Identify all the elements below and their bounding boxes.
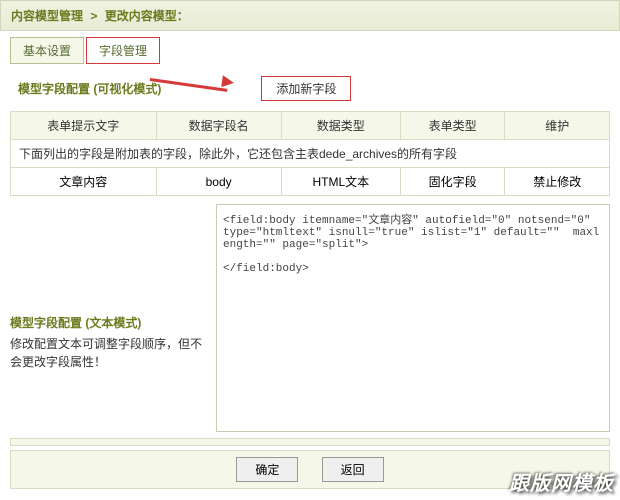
th-fieldname: 数据字段名	[156, 112, 281, 140]
breadcrumb-sep: >	[90, 9, 97, 23]
tabs: 基本设置 字段管理	[10, 37, 610, 64]
text-mode-title: 模型字段配置 (文本模式)	[10, 314, 210, 331]
table-note-row: 下面列出的字段是附加表的字段，除此外，它还包含主表dede_archives的所…	[11, 140, 610, 168]
th-datatype: 数据类型	[281, 112, 400, 140]
cell-maintain: 禁止修改	[505, 168, 610, 196]
divider-bar	[10, 438, 610, 446]
ok-button[interactable]: 确定	[236, 457, 298, 482]
table-note: 下面列出的字段是附加表的字段，除此外，它还包含主表dede_archives的所…	[11, 140, 610, 168]
breadcrumb: 内容模型管理 > 更改内容模型：	[0, 0, 620, 31]
lower-section: 模型字段配置 (文本模式) 修改配置文本可调整字段顺序，但不会更改字段属性！ <…	[10, 204, 610, 432]
th-formtype: 表单类型	[400, 112, 505, 140]
tab-basic-settings[interactable]: 基本设置	[10, 37, 84, 64]
watermark: 跟版网模板	[509, 467, 614, 496]
text-mode-desc: 修改配置文本可调整字段顺序，但不会更改字段属性！	[10, 335, 210, 371]
add-field-button[interactable]: 添加新字段	[261, 76, 351, 101]
breadcrumb-current: 更改内容模型：	[105, 9, 189, 23]
back-button[interactable]: 返回	[322, 457, 384, 482]
section-visual-title: 模型字段配置 (可视化模式)	[18, 80, 161, 97]
table-header-row: 表单提示文字 数据字段名 数据类型 表单类型 维护	[11, 112, 610, 140]
text-mode-panel: 模型字段配置 (文本模式) 修改配置文本可调整字段顺序，但不会更改字段属性！	[10, 204, 210, 432]
section-visual-mode: 模型字段配置 (可视化模式) 添加新字段	[10, 70, 610, 107]
cell-datatype: HTML文本	[281, 168, 400, 196]
cell-prompt: 文章内容	[11, 168, 157, 196]
th-prompt: 表单提示文字	[11, 112, 157, 140]
breadcrumb-root[interactable]: 内容模型管理	[11, 9, 83, 23]
table-row: 文章内容 body HTML文本 固化字段 禁止修改	[11, 168, 610, 196]
tab-field-manage[interactable]: 字段管理	[86, 37, 160, 64]
code-textarea[interactable]: <field:body itemname="文章内容" autofield="0…	[216, 204, 610, 432]
th-maintain: 维护	[505, 112, 610, 140]
cell-fieldname: body	[156, 168, 281, 196]
fields-table: 表单提示文字 数据字段名 数据类型 表单类型 维护 下面列出的字段是附加表的字段…	[10, 111, 610, 196]
cell-formtype: 固化字段	[400, 168, 505, 196]
